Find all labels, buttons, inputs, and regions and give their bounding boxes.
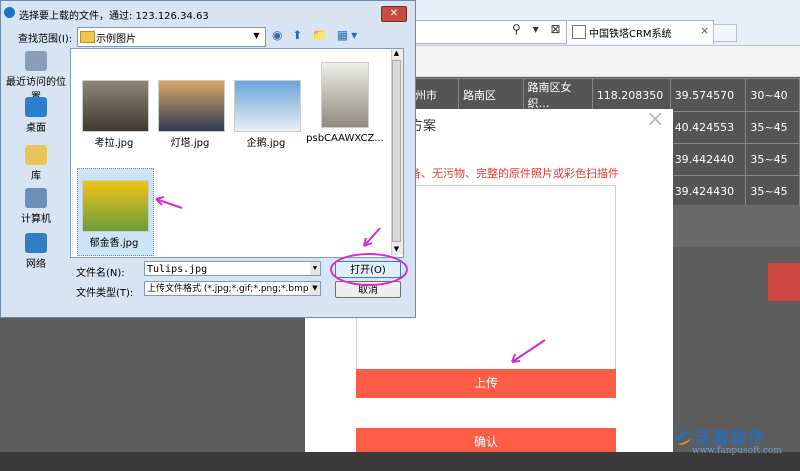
annotation-arrow-upload xyxy=(511,339,546,363)
logo-url: www.fanpusoft.com xyxy=(692,446,782,456)
page-footer xyxy=(0,452,800,471)
fanpu-logo-icon xyxy=(675,431,692,445)
annotation-arrows xyxy=(155,196,546,363)
